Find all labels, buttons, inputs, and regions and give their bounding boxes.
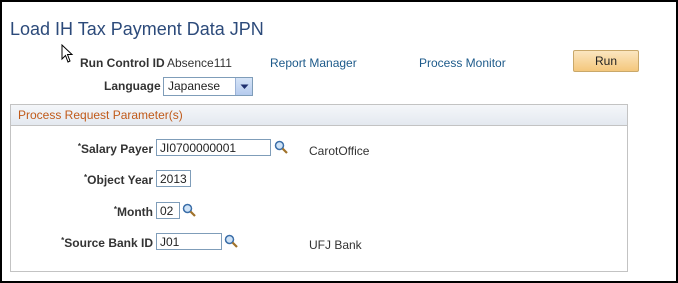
- salary-payer-input[interactable]: JI0700000001: [156, 139, 271, 156]
- month-label-text: Month: [117, 205, 153, 219]
- chevron-down-icon[interactable]: [235, 78, 252, 95]
- language-selected-value: Japanese: [168, 79, 221, 93]
- salary-payer-label: *Salary Payer: [78, 142, 153, 156]
- run-button[interactable]: Run: [573, 50, 639, 72]
- source-bank-label-text: Source Bank ID: [64, 236, 153, 250]
- run-control-value: Absence111: [167, 56, 232, 70]
- month-input[interactable]: 02: [156, 202, 180, 219]
- mouse-pointer-icon: [61, 44, 74, 63]
- language-label: Language: [104, 79, 161, 93]
- salary-payer-description: CarotOffice: [309, 144, 370, 158]
- object-year-input[interactable]: 2013: [156, 170, 191, 187]
- group-title: Process Request Parameter(s): [18, 108, 183, 122]
- magnifier-icon[interactable]: [182, 203, 196, 217]
- page-title: Load IH Tax Payment Data JPN: [10, 19, 264, 39]
- salary-payer-label-text: Salary Payer: [80, 142, 153, 156]
- object-year-label: *Object Year: [84, 173, 153, 187]
- object-year-label-text: Object Year: [87, 173, 153, 187]
- month-label: *Month: [114, 205, 153, 219]
- group-header: Process Request Parameter(s): [11, 105, 627, 126]
- source-bank-label: *Source Bank ID: [61, 236, 153, 250]
- process-request-parameters-group: Process Request Parameter(s) *Salary Pay…: [10, 104, 628, 272]
- report-manager-link[interactable]: Report Manager: [270, 56, 357, 70]
- process-monitor-link[interactable]: Process Monitor: [419, 56, 506, 70]
- magnifier-icon[interactable]: [274, 140, 288, 154]
- run-control-label: Run Control ID: [80, 56, 165, 70]
- source-bank-description: UFJ Bank: [309, 238, 362, 252]
- source-bank-input[interactable]: J01: [156, 233, 222, 250]
- language-select[interactable]: Japanese: [163, 77, 253, 96]
- magnifier-icon[interactable]: [224, 234, 238, 248]
